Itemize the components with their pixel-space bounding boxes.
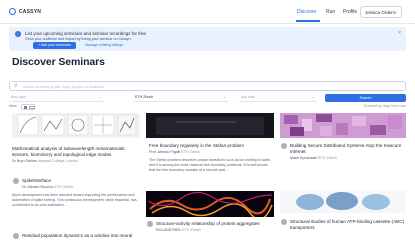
nav-profile[interactable]: Profile [343,9,357,15]
logo-text: CASSYN [19,8,42,15]
speaker-name: Prof. Alessio Figalli [149,150,181,154]
avatar [13,233,19,239]
search-placeholder: Search seminars by title, topic, speaker… [23,84,104,89]
institution-select[interactable]: ETH Zürich ⌄ [133,94,228,102]
institution-value: ETH Zürich [135,95,154,99]
protein-image [146,191,274,217]
avatar [281,143,287,149]
banner-subtitle: Grow your audience and impact by listing… [25,37,132,41]
seminar-thumbnail [146,113,274,138]
seminar-card[interactable]: Residual population dynamics as a window… [12,228,140,240]
date-select[interactable]: Any date ⌄ [239,94,317,102]
chevron-down-icon: ⌄ [98,94,102,99]
seminar-title[interactable]: Structure-activity relationship of prote… [156,221,274,227]
topic-select[interactable]: Any topic ⌄ [9,94,104,102]
manage-listings-link[interactable]: Manage existing listings [85,43,123,47]
seminar-speaker: Prof. Alessio Figalli ETH Zürich [149,150,274,154]
avatar [281,219,287,225]
seminar-speaker: Marie Apostolaki ETH Zürich [290,156,406,160]
seminar-thumbnail [280,113,406,138]
page-title: Discover Seminars [12,56,105,68]
seminar-title[interactable]: Free boundary regularity in the Stefan p… [149,143,274,149]
seminar-title[interactable]: Structural studies of human ATP-binding … [290,219,406,230]
ordering-note: Ordered by days from now [363,104,406,108]
seminar-card[interactable]: Building Secure Distributed Systems Atop… [280,113,406,173]
promo-banner: i List your upcoming seminars and semina… [9,27,406,51]
speaker-name: Dr. Alessio Buccino [22,185,54,189]
speaker-institution: ETH Zürich [181,150,200,154]
speaker-name: Dr Bryn Davies [12,159,37,163]
speaker-institution: Imperial College London [37,159,78,163]
speaker-name: ROLAND RIEK [156,228,181,232]
list-icon [28,105,35,109]
chevron-down-icon: ⌄ [311,94,315,99]
speaker-institution: ETH Zürich [182,228,201,232]
seminar-speaker: Dr. Alessio Buccino ETH Zürich [22,185,140,189]
view-row: View Ordered by days from now [9,103,406,110]
pattern-image [280,113,406,138]
search-icon: ⚲ [14,83,18,89]
speaker-institution: ETH Zürich [54,185,74,189]
banner-title: List your upcoming seminars and seminar … [25,31,147,36]
avatar [13,178,19,184]
chevron-down-icon: ⌄ [393,9,398,15]
logo-icon [9,8,16,15]
seminar-thumbnail [146,191,274,217]
seminar-card[interactable]: Spikelnterface Dr. Alessio Buccino ETH Z… [12,174,140,224]
add-seminars-button[interactable]: + Add your seminars [33,42,76,49]
user-menu-button[interactable]: Jessica Ordeni ⌄ [360,6,402,18]
seminar-title[interactable]: Mathematical analysis of subwavelength m… [12,146,140,157]
info-icon: i [15,31,21,37]
chevron-down-icon: ⌄ [222,94,226,99]
seminar-speaker: ROLAND RIEK ETH Zürich [156,228,274,232]
speaker-name: Marie Apostolaki [290,156,318,160]
seminar-description: The Stefan problem describes phase trans… [149,158,272,172]
plots-image [17,114,137,136]
transporter-image [280,190,406,213]
nav-discover[interactable]: Discover [297,9,316,15]
seminar-thumbnail [12,113,140,138]
nav-run[interactable]: Run [326,9,335,15]
view-toggle[interactable] [21,103,35,110]
top-nav: CASSYN Discover Run Profile Jessica Orde… [0,0,415,24]
avatar [147,221,153,227]
topic-value: Any topic [11,95,26,99]
video-frame-image [146,113,274,138]
date-value: Any date [241,95,256,99]
nav-active-indicator [296,20,320,22]
search-input[interactable]: ⚲ Search seminars by title, topic, speak… [9,81,406,91]
user-name: Jessica Ordeni [365,9,395,15]
seminar-title[interactable]: Spikelnterface [22,178,140,184]
seminar-thumbnail [280,190,406,213]
seminar-title[interactable]: Building Secure Distributed Systems Atop… [290,143,406,154]
logo[interactable]: CASSYN [9,8,41,15]
filter-bar: Any topic ⌄ ETH Zürich ⌄ Any date ⌄ Sear… [9,94,406,102]
grid-icon [23,105,27,109]
speaker-institution: ETH Zürich [318,156,337,160]
close-icon[interactable]: × [398,30,401,36]
seminar-title[interactable]: Residual population dynamics as a window… [22,233,140,239]
seminar-description: Much development has been directed towar… [12,193,137,207]
seminar-card[interactable]: Structure-activity relationship of prote… [146,191,274,241]
view-label: View [9,104,17,108]
seminar-speaker: Dr Bryn Davies Imperial College London [12,159,140,163]
seminar-card[interactable]: Free boundary regularity in the Stefan p… [146,113,274,188]
seminar-card[interactable]: Structural studies of human ATP-binding … [280,190,406,240]
search-button[interactable]: Search [325,94,406,102]
